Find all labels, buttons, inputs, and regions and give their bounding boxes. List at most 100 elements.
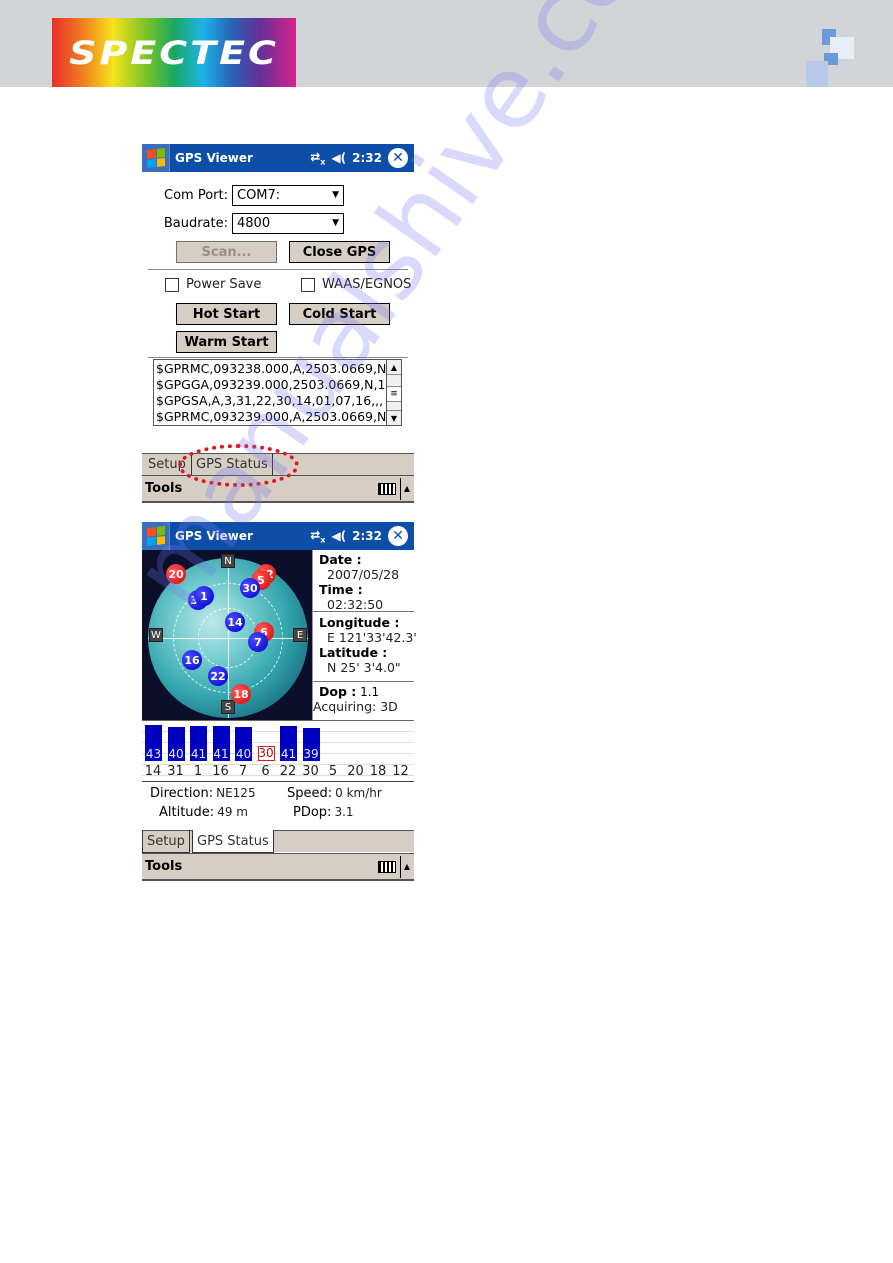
speed-stat: Speed: 0 km/hr — [287, 786, 382, 801]
power-save-checkbox[interactable]: Power Save — [165, 277, 261, 292]
tab-gps-status[interactable]: GPS Status — [192, 830, 274, 853]
com-port-select[interactable]: COM7: ▼ — [232, 184, 344, 206]
nmea-log[interactable]: $GPRMC,093238.000,A,2503.0669,N $GPGGA,0… — [153, 359, 402, 426]
baudrate-row: Baudrate: 4800 ▼ — [142, 210, 344, 236]
tools-menu[interactable]: Tools — [142, 481, 182, 496]
close-gps-button[interactable]: Close GPS — [289, 241, 390, 263]
prn-label: 20 — [347, 764, 364, 779]
prn-label: 30 — [302, 764, 319, 779]
scroll-down-icon[interactable]: ▼ — [387, 410, 401, 425]
altitude-label: Altitude: — [159, 805, 215, 820]
input-panel-toggle[interactable]: ▲ — [377, 477, 410, 500]
clock-time[interactable]: 2:32 — [352, 151, 382, 165]
power-save-label: Power Save — [186, 277, 262, 292]
input-panel-toggle[interactable]: ▲ — [377, 855, 410, 878]
windows-start-button[interactable] — [142, 144, 170, 172]
time-value: 02:32:50 — [327, 597, 384, 612]
sky-plot: N S E W 20125303111467162218 — [142, 550, 312, 720]
satellite-marker: 30 — [240, 578, 260, 598]
vertical-scrollbar[interactable]: ▲ ≡ ▼ — [386, 360, 401, 425]
app-title: GPS Viewer — [175, 151, 253, 165]
scroll-up-icon[interactable]: ▲ — [387, 360, 401, 375]
speaker-muted-icon[interactable]: ◀( — [331, 529, 346, 543]
baudrate-value: 4800 — [237, 215, 271, 231]
warm-start-button[interactable]: Warm Start — [176, 331, 277, 353]
coordinates-section: Longitude : E 121'33'42.3' Latitude : N … — [313, 612, 417, 682]
com-port-row: Com Port: COM7: ▼ — [142, 182, 344, 208]
prn-label: 1 — [193, 764, 203, 779]
corner-decoration — [800, 25, 865, 87]
signal-bar: 41 — [280, 726, 297, 761]
date-value: 2007/05/28 — [327, 567, 400, 582]
chevron-down-icon: ▼ — [332, 190, 339, 200]
nmea-line: $GPRMC,093239.000,A,2503.0669,N — [156, 409, 386, 424]
close-icon[interactable]: ✕ — [388, 148, 408, 168]
waas-egnos-label: WAAS/EGNOS — [322, 277, 412, 292]
axis-vertical — [228, 558, 229, 718]
keyboard-icon[interactable] — [377, 860, 396, 873]
satellite-marker: 18 — [231, 684, 251, 704]
connectivity-icon[interactable]: ⇄x — [310, 150, 325, 166]
nmea-lines: $GPRMC,093238.000,A,2503.0669,N $GPGGA,0… — [156, 361, 386, 425]
altitude-stat: Altitude: 49 m — [159, 805, 248, 820]
latitude-value: N 25' 3'4.0" — [327, 660, 401, 675]
direction-stat: Direction: NE125 — [150, 786, 256, 801]
close-icon[interactable]: ✕ — [388, 526, 408, 546]
caret-up-icon[interactable]: ▲ — [404, 862, 410, 871]
signal-bar: 43 — [145, 725, 162, 761]
compass-south: S — [221, 700, 235, 714]
keyboard-icon[interactable] — [377, 482, 396, 495]
document-header: SPECTEC — [0, 0, 893, 87]
baudrate-select[interactable]: 4800 ▼ — [232, 212, 344, 234]
speed-label: Speed: — [287, 786, 333, 801]
satellite-marker: 22 — [208, 666, 228, 686]
altitude-value: 49 m — [217, 805, 248, 819]
connectivity-icon[interactable]: ⇄x — [310, 528, 325, 544]
speed-value: 0 km/hr — [335, 786, 382, 800]
time-label: Time : — [319, 582, 363, 597]
windows-flag-icon — [146, 526, 165, 546]
com-port-label: Com Port: — [164, 187, 228, 203]
acquiring-status: Acquiring: 3D — [313, 699, 398, 714]
speaker-muted-icon[interactable]: ◀( — [331, 151, 346, 165]
signal-bar: 39 — [302, 728, 320, 761]
signal-strength-chart: 43 14 40 31 41 1 41 16 40 7 30 6 41 22 39 30 5 20 18 12 — [142, 720, 414, 782]
signal-bar: 41 — [190, 726, 207, 761]
latitude-label: Latitude : — [319, 645, 388, 660]
clock-time[interactable]: 2:32 — [352, 529, 382, 543]
position-info-panel: Date : 2007/05/28 Time : 02:32:50 Longit… — [312, 550, 417, 720]
caret-up-icon[interactable]: ▲ — [404, 484, 410, 493]
highlight-ellipse — [178, 444, 299, 487]
baudrate-label: Baudrate: — [163, 215, 228, 231]
prn-label: 7 — [238, 764, 248, 779]
nmea-line: $GPGSA,A,3,31,22,30,14,01,07,16,,, — [156, 393, 384, 408]
pdop-value: 3.1 — [334, 805, 354, 819]
prn-label: 14 — [144, 764, 162, 779]
title-bar: GPS Viewer ⇄x ◀( 2:32 ✕ — [142, 522, 414, 550]
cold-start-button[interactable]: Cold Start — [289, 303, 390, 325]
nmea-line: $GPGGA,093239.000,2503.0669,N,1 — [156, 377, 386, 392]
satellite-marker: 7 — [248, 632, 268, 652]
prn-label: 16 — [212, 764, 229, 779]
separator — [399, 477, 401, 500]
satellite-marker: 20 — [166, 564, 186, 584]
waas-egnos-checkbox[interactable]: WAAS/EGNOS — [301, 277, 411, 292]
prn-label: 18 — [369, 764, 387, 779]
tab-bar: Setup GPS Status — [142, 830, 414, 853]
tools-menu[interactable]: Tools — [142, 859, 182, 874]
pdop-stat: PDop: 3.1 — [293, 805, 354, 820]
dop-section: Dop : 1.1 — [313, 682, 414, 699]
menu-bar: Tools ▲ — [142, 853, 414, 881]
tab-setup[interactable]: Setup — [142, 830, 190, 853]
hot-start-button[interactable]: Hot Start — [176, 303, 277, 325]
prn-label: 5 — [328, 764, 338, 779]
datetime-section: Date : 2007/05/28 Time : 02:32:50 — [313, 550, 414, 612]
checkbox-box[interactable] — [165, 277, 179, 292]
scroll-thumb[interactable]: ≡ — [387, 386, 401, 402]
compass-east: E — [293, 628, 307, 642]
pdop-label: PDop: — [293, 805, 332, 820]
checkbox-box[interactable] — [301, 277, 315, 292]
scan-button[interactable]: Scan... — [176, 241, 277, 263]
windows-start-button[interactable] — [142, 522, 170, 550]
satellite-marker: 1 — [194, 586, 214, 606]
